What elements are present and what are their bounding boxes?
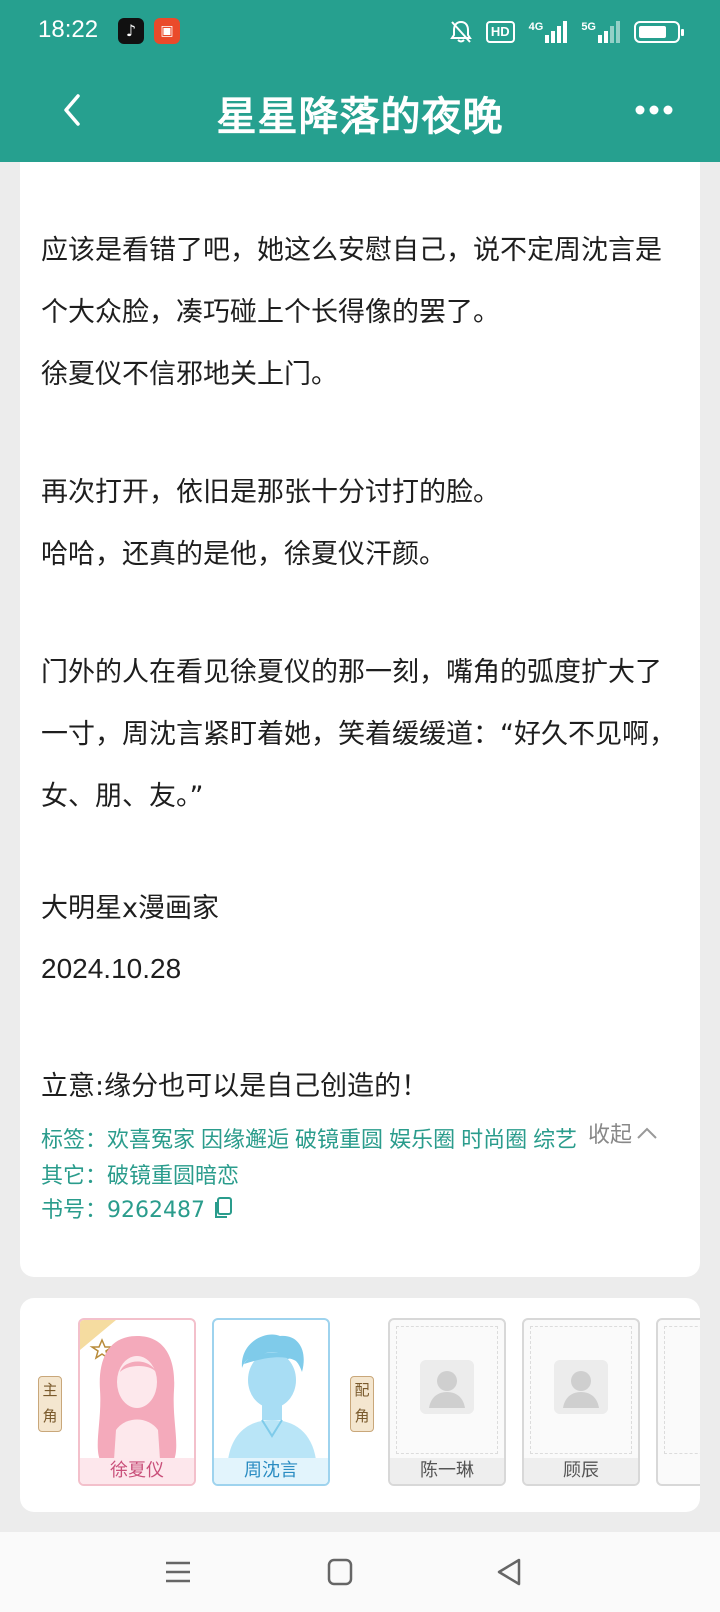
status-icons: HD 4G 5G (449, 17, 684, 47)
menu-icon[interactable] (158, 1554, 198, 1590)
summary-theme: 立意:缘分也可以是自己创造的！ (41, 1071, 429, 1102)
tag-link[interactable]: 时尚圈 (461, 1128, 527, 1153)
female-avatar-icon (80, 1320, 177, 1460)
signal-bars-icon (598, 21, 620, 43)
signal-5g-icon: 5G (581, 21, 620, 43)
app-header: 星星降落的夜晚 (0, 64, 720, 162)
system-nav-bar (0, 1532, 720, 1612)
tags-label: 标签： (41, 1128, 108, 1153)
supporting-role-tag: 配角 (350, 1376, 374, 1432)
role-name: 顾辰 (524, 1458, 638, 1484)
back-triangle-icon[interactable] (490, 1554, 530, 1590)
chevron-left-icon[interactable] (50, 86, 98, 134)
net-label-4g: 4G (528, 21, 544, 33)
summary-card: 应该是看错了吧，她这么安慰自己，说不定周沈言是个大众脸，凑巧碰上个长得像的罢了。… (20, 162, 700, 1277)
book-number-label: 书号： (41, 1198, 108, 1223)
copy-icon[interactable] (213, 1197, 233, 1219)
top-bar: 18:22 ♪ ▣ HD 4G 5G 星星降落的夜晚 (0, 0, 720, 162)
collapse-button[interactable]: 收起 (588, 1117, 658, 1149)
tag-link[interactable]: 娱乐圈 (389, 1128, 455, 1153)
tag-link[interactable]: 综艺 (533, 1128, 577, 1153)
tags-row: 标签：欢喜冤家 因缘邂逅 破镜重圆 娱乐圈 时尚圈 综艺 (41, 1122, 583, 1154)
role-card-chen-yilin[interactable]: 陈一琳 (388, 1318, 506, 1486)
signal-bars-icon (545, 21, 568, 43)
role-name: 周沈言 (214, 1458, 328, 1484)
battery-fill (639, 26, 666, 38)
summary-tagline: 大明星x漫画家 (41, 893, 219, 924)
main-role-tag: 主角 (38, 1376, 62, 1432)
page-title: 星星降落的夜晚 (216, 94, 504, 140)
role-card-zhou-shenyan[interactable]: 周沈言 (212, 1318, 330, 1486)
role-card-xu-xiayi[interactable]: 徐夏仪 (78, 1318, 196, 1486)
more-dots-icon[interactable] (624, 88, 684, 132)
other-value[interactable]: 破镜重圆暗恋 (107, 1164, 239, 1189)
male-avatar-icon (228, 1334, 316, 1460)
app-icon: ▣ (154, 18, 180, 44)
mute-icon (449, 20, 472, 43)
summary-paragraph: 门外的人在看见徐夏仪的那一刻，嘴角的弧度扩大了一寸，周沈言紧盯着她，笑着缓缓道：… (41, 657, 676, 812)
status-bar: 18:22 ♪ ▣ HD 4G 5G (0, 0, 720, 64)
net-label-5g: 5G (581, 21, 596, 33)
role-card-gu-chen[interactable]: 顾辰 (522, 1318, 640, 1486)
placeholder-avatar-icon (554, 1360, 608, 1414)
role-card-partial[interactable] (656, 1318, 700, 1486)
tag-link[interactable]: 欢喜冤家 (107, 1128, 195, 1153)
role-name: 陈一琳 (390, 1458, 504, 1484)
chevron-up-icon (637, 1127, 657, 1139)
summary-paragraph: 应该是看错了吧，她这么安慰自己，说不定周沈言是个大众脸，凑巧碰上个长得像的罢了。 (41, 235, 662, 328)
tag-link[interactable]: 因缘邂逅 (201, 1128, 289, 1153)
status-time: 18:22 (38, 16, 99, 43)
collapse-label: 收起 (587, 1123, 632, 1148)
other-row: 其它：破镜重圆暗恋 (41, 1158, 239, 1190)
summary-paragraph: 徐夏仪不信邪地关上门。 (41, 359, 338, 390)
other-label: 其它： (41, 1164, 108, 1189)
card-frame (664, 1326, 700, 1454)
signal-4g-icon: 4G (529, 21, 568, 43)
book-number: 9262487 (107, 1198, 205, 1223)
battery-icon (634, 21, 684, 43)
summary-paragraph: 再次打开，依旧是那张十分讨打的脸。 (41, 477, 500, 508)
placeholder-avatar-icon (420, 1360, 474, 1414)
summary-date: 2024.10.28 (41, 953, 182, 984)
tiktok-icon: ♪ (118, 18, 144, 44)
summary-paragraph: 哈哈，还真的是他，徐夏仪汗颜。 (41, 539, 446, 570)
book-number-row: 书号：9262487 (41, 1192, 233, 1224)
role-name: 徐夏仪 (80, 1458, 194, 1484)
home-icon[interactable] (320, 1554, 360, 1590)
tag-link[interactable]: 破镜重圆 (295, 1128, 383, 1153)
roles-card: 主角 徐夏仪 周沈言 配角 陈一琳 顾辰 (20, 1298, 700, 1512)
hd-icon: HD (485, 21, 515, 43)
